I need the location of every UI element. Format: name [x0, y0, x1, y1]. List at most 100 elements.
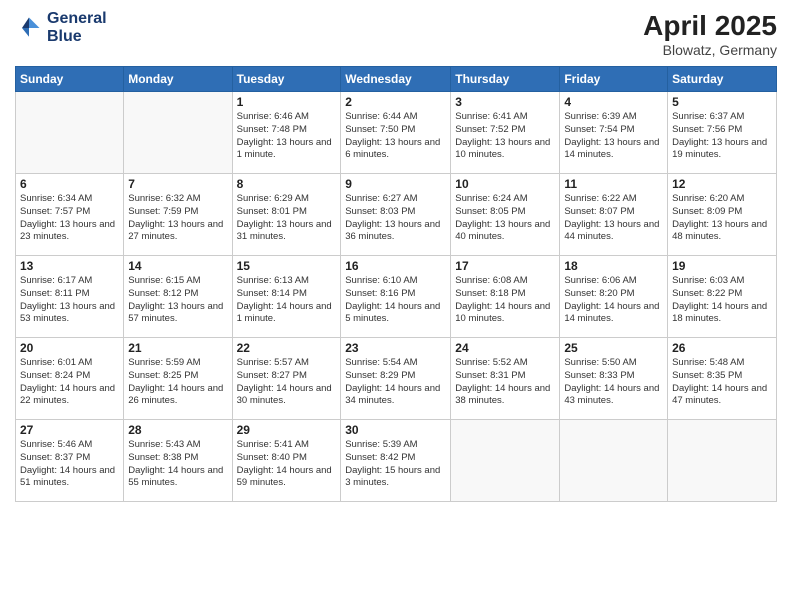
day-info: Sunrise: 5:46 AM Sunset: 8:37 PM Dayligh…: [20, 439, 119, 490]
logo-icon: [15, 14, 43, 42]
calendar-week-4: 20 Sunrise: 6:01 AM Sunset: 8:24 PM Dayli…: [16, 338, 777, 420]
calendar-week-5: 27 Sunrise: 5:46 AM Sunset: 8:37 PM Dayli…: [16, 420, 777, 502]
calendar-cell: 24Sunrise: 5:52 AM Sunset: 8:31 PM Dayli…: [451, 338, 560, 420]
day-info: Sunrise: 5:57 AM Sunset: 8:27 PM Dayligh…: [237, 357, 337, 408]
day-info: Sunrise: 6:34 AM Sunset: 7:57 PM Dayligh…: [20, 193, 119, 244]
day-info: Sunrise: 6:22 AM Sunset: 8:07 PM Dayligh…: [564, 193, 663, 244]
calendar-cell: 11 Sunrise: 6:22 AM Sunset: 8:07 PM Dayli…: [560, 174, 668, 256]
day-info: Sunrise: 6:10 AM Sunset: 8:16 PM Dayligh…: [345, 275, 446, 326]
day-number: 13: [20, 259, 119, 273]
day-number: 20: [20, 341, 119, 355]
day-info: Sunrise: 6:17 AM Sunset: 8:11 PM Dayligh…: [20, 275, 119, 326]
day-info: Sunrise: 6:27 AM Sunset: 8:03 PM Dayligh…: [345, 193, 446, 244]
calendar-cell: 19 Sunrise: 6:03 AM Sunset: 8:22 PM Dayli…: [668, 256, 777, 338]
day-info: Sunrise: 5:59 AM Sunset: 8:25 PM Dayligh…: [128, 357, 227, 408]
calendar-cell: 14Sunrise: 6:15 AM Sunset: 8:12 PM Dayli…: [124, 256, 232, 338]
calendar-cell: [560, 420, 668, 502]
day-info: Sunrise: 6:41 AM Sunset: 7:52 PM Dayligh…: [455, 111, 555, 162]
day-header-monday: Monday: [124, 67, 232, 92]
calendar-cell: 23 Sunrise: 5:54 AM Sunset: 8:29 PM Dayli…: [341, 338, 451, 420]
day-number: 23: [345, 341, 446, 355]
calendar-cell: 4Sunrise: 6:39 AM Sunset: 7:54 PM Daylig…: [560, 92, 668, 174]
calendar-cell: 13 Sunrise: 6:17 AM Sunset: 8:11 PM Dayli…: [16, 256, 124, 338]
day-info: Sunrise: 6:46 AM Sunset: 7:48 PM Dayligh…: [237, 111, 337, 162]
day-number: 9: [345, 177, 446, 191]
day-number: 25: [564, 341, 663, 355]
day-number: 7: [128, 177, 227, 191]
day-info: Sunrise: 6:03 AM Sunset: 8:22 PM Dayligh…: [672, 275, 772, 326]
calendar-cell: [16, 92, 124, 174]
day-number: 15: [237, 259, 337, 273]
day-header-wednesday: Wednesday: [341, 67, 451, 92]
day-number: 19: [672, 259, 772, 273]
day-info: Sunrise: 5:41 AM Sunset: 8:40 PM Dayligh…: [237, 439, 337, 490]
day-info: Sunrise: 6:37 AM Sunset: 7:56 PM Dayligh…: [672, 111, 772, 162]
calendar: SundayMondayTuesdayWednesdayThursdayFrid…: [15, 66, 777, 502]
day-number: 28: [128, 423, 227, 437]
logo: General Blue: [15, 10, 107, 45]
day-info: Sunrise: 6:15 AM Sunset: 8:12 PM Dayligh…: [128, 275, 227, 326]
calendar-cell: 29Sunrise: 5:41 AM Sunset: 8:40 PM Dayli…: [232, 420, 341, 502]
calendar-cell: 30Sunrise: 5:39 AM Sunset: 8:42 PM Dayli…: [341, 420, 451, 502]
day-info: Sunrise: 5:54 AM Sunset: 8:29 PM Dayligh…: [345, 357, 446, 408]
day-number: 5: [672, 95, 772, 109]
day-number: 24: [455, 341, 555, 355]
calendar-cell: 25 Sunrise: 5:50 AM Sunset: 8:33 PM Dayli…: [560, 338, 668, 420]
day-info: Sunrise: 6:08 AM Sunset: 8:18 PM Dayligh…: [455, 275, 555, 326]
day-info: Sunrise: 6:20 AM Sunset: 8:09 PM Dayligh…: [672, 193, 772, 244]
calendar-cell: 2Sunrise: 6:44 AM Sunset: 7:50 PM Daylig…: [341, 92, 451, 174]
day-number: 26: [672, 341, 772, 355]
calendar-cell: 21Sunrise: 5:59 AM Sunset: 8:25 PM Dayli…: [124, 338, 232, 420]
page: General Blue April 2025 Blowatz, Germany…: [0, 0, 792, 612]
calendar-cell: 17 Sunrise: 6:08 AM Sunset: 8:18 PM Dayli…: [451, 256, 560, 338]
day-info: Sunrise: 6:06 AM Sunset: 8:20 PM Dayligh…: [564, 275, 663, 326]
day-number: 27: [20, 423, 119, 437]
day-info: Sunrise: 6:29 AM Sunset: 8:01 PM Dayligh…: [237, 193, 337, 244]
day-info: Sunrise: 6:13 AM Sunset: 8:14 PM Dayligh…: [237, 275, 337, 326]
day-info: Sunrise: 5:50 AM Sunset: 8:33 PM Dayligh…: [564, 357, 663, 408]
day-info: Sunrise: 6:24 AM Sunset: 8:05 PM Dayligh…: [455, 193, 555, 244]
day-info: Sunrise: 6:32 AM Sunset: 7:59 PM Dayligh…: [128, 193, 227, 244]
calendar-cell: 27 Sunrise: 5:46 AM Sunset: 8:37 PM Dayli…: [16, 420, 124, 502]
day-info: Sunrise: 5:43 AM Sunset: 8:38 PM Dayligh…: [128, 439, 227, 490]
day-number: 18: [564, 259, 663, 273]
calendar-cell: 15 Sunrise: 6:13 AM Sunset: 8:14 PM Dayli…: [232, 256, 341, 338]
calendar-cell: 28 Sunrise: 5:43 AM Sunset: 8:38 PM Dayli…: [124, 420, 232, 502]
day-number: 8: [237, 177, 337, 191]
day-number: 16: [345, 259, 446, 273]
day-header-friday: Friday: [560, 67, 668, 92]
day-info: Sunrise: 5:48 AM Sunset: 8:35 PM Dayligh…: [672, 357, 772, 408]
calendar-cell: 3 Sunrise: 6:41 AM Sunset: 7:52 PM Daylig…: [451, 92, 560, 174]
calendar-cell: 9 Sunrise: 6:27 AM Sunset: 8:03 PM Daylig…: [341, 174, 451, 256]
calendar-cell: [451, 420, 560, 502]
calendar-week-2: 6 Sunrise: 6:34 AM Sunset: 7:57 PM Daylig…: [16, 174, 777, 256]
month-title: April 2025: [643, 10, 777, 42]
day-info: Sunrise: 6:44 AM Sunset: 7:50 PM Dayligh…: [345, 111, 446, 162]
day-header-saturday: Saturday: [668, 67, 777, 92]
day-number: 17: [455, 259, 555, 273]
day-number: 11: [564, 177, 663, 191]
title-block: April 2025 Blowatz, Germany: [643, 10, 777, 58]
calendar-cell: 1 Sunrise: 6:46 AM Sunset: 7:48 PM Daylig…: [232, 92, 341, 174]
day-number: 1: [237, 95, 337, 109]
calendar-cell: 16 Sunrise: 6:10 AM Sunset: 8:16 PM Dayli…: [341, 256, 451, 338]
day-number: 30: [345, 423, 446, 437]
day-number: 12: [672, 177, 772, 191]
day-number: 6: [20, 177, 119, 191]
day-number: 3: [455, 95, 555, 109]
calendar-week-3: 13 Sunrise: 6:17 AM Sunset: 8:11 PM Dayli…: [16, 256, 777, 338]
logo-line1: General: [47, 10, 107, 28]
calendar-cell: 7 Sunrise: 6:32 AM Sunset: 7:59 PM Daylig…: [124, 174, 232, 256]
calendar-header-row: SundayMondayTuesdayWednesdayThursdayFrid…: [16, 67, 777, 92]
calendar-cell: 18 Sunrise: 6:06 AM Sunset: 8:20 PM Dayli…: [560, 256, 668, 338]
day-number: 22: [237, 341, 337, 355]
logo-line2: Blue: [47, 28, 107, 46]
calendar-week-1: 1 Sunrise: 6:46 AM Sunset: 7:48 PM Daylig…: [16, 92, 777, 174]
calendar-cell: 5 Sunrise: 6:37 AM Sunset: 7:56 PM Daylig…: [668, 92, 777, 174]
calendar-cell: 20 Sunrise: 6:01 AM Sunset: 8:24 PM Dayli…: [16, 338, 124, 420]
day-header-thursday: Thursday: [451, 67, 560, 92]
logo-text: General Blue: [47, 10, 107, 45]
header: General Blue April 2025 Blowatz, Germany: [15, 10, 777, 58]
day-info: Sunrise: 6:01 AM Sunset: 8:24 PM Dayligh…: [20, 357, 119, 408]
calendar-cell: 8 Sunrise: 6:29 AM Sunset: 8:01 PM Daylig…: [232, 174, 341, 256]
